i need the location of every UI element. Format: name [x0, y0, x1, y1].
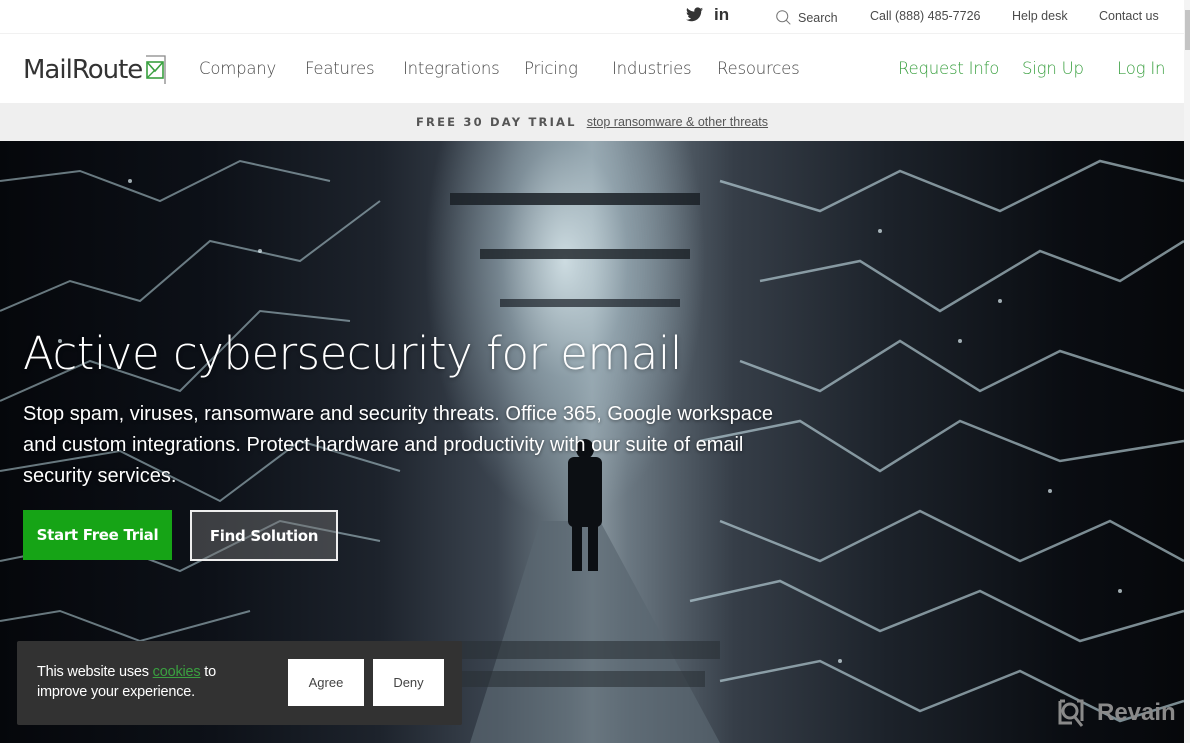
- nav-company[interactable]: Company: [199, 59, 276, 78]
- nav-resources[interactable]: Resources: [717, 59, 800, 78]
- call-link[interactable]: Call (888) 485-7726: [870, 9, 981, 23]
- agree-button[interactable]: Agree: [288, 659, 364, 706]
- page-scrollbar[interactable]: [1184, 0, 1190, 743]
- cookies-link[interactable]: cookies: [153, 664, 201, 680]
- promo-banner: FREE 30 DAY TRIAL stop ransomware & othe…: [0, 103, 1184, 141]
- linkedin-icon[interactable]: in: [714, 5, 729, 25]
- logo-text: MailRoute: [23, 55, 143, 85]
- search-icon: [776, 10, 791, 25]
- help-desk-link[interactable]: Help desk: [1012, 9, 1068, 23]
- utility-bar: in Search Call (888) 485-7726 Help desk …: [0, 0, 1184, 33]
- nav-pricing[interactable]: Pricing: [524, 59, 578, 78]
- cookie-text-before: This website uses: [37, 664, 153, 680]
- cookie-message: This website uses cookies to improve you…: [37, 662, 267, 702]
- sign-up-link[interactable]: Sign Up: [1022, 59, 1084, 78]
- revain-watermark: Revain: [1055, 697, 1176, 729]
- twitter-icon[interactable]: [686, 7, 703, 22]
- request-info-link[interactable]: Request Info: [898, 59, 999, 78]
- hero-title: Active cybersecurity for email: [23, 327, 682, 380]
- hero-subtitle: Stop spam, viruses, ransomware and secur…: [23, 403, 773, 487]
- nav-integrations[interactable]: Integrations: [403, 59, 500, 78]
- contact-us-link[interactable]: Contact us: [1099, 9, 1159, 23]
- envelope-logo-icon: [146, 55, 166, 84]
- start-free-trial-button[interactable]: Start Free Trial: [23, 510, 172, 560]
- nav-industries[interactable]: Industries: [612, 59, 692, 78]
- revain-label: Revain: [1097, 699, 1176, 726]
- logo[interactable]: MailRoute: [23, 54, 169, 86]
- promo-label: FREE 30 DAY TRIAL: [415, 115, 577, 129]
- find-solution-button[interactable]: Find Solution: [190, 510, 338, 561]
- revain-logo-icon: [1058, 699, 1084, 727]
- search-label: Search: [798, 10, 838, 25]
- deny-button[interactable]: Deny: [373, 659, 444, 706]
- nav-features[interactable]: Features: [305, 59, 375, 78]
- main-nav: MailRoute Company Features Integrations …: [0, 33, 1184, 103]
- cookie-banner: This website uses cookies to improve you…: [17, 641, 462, 725]
- promo-link[interactable]: stop ransomware & other threats: [587, 115, 768, 129]
- scrollbar-thumb[interactable]: [1185, 10, 1190, 50]
- search-button[interactable]: Search: [775, 9, 838, 26]
- log-in-link[interactable]: Log In: [1117, 59, 1165, 78]
